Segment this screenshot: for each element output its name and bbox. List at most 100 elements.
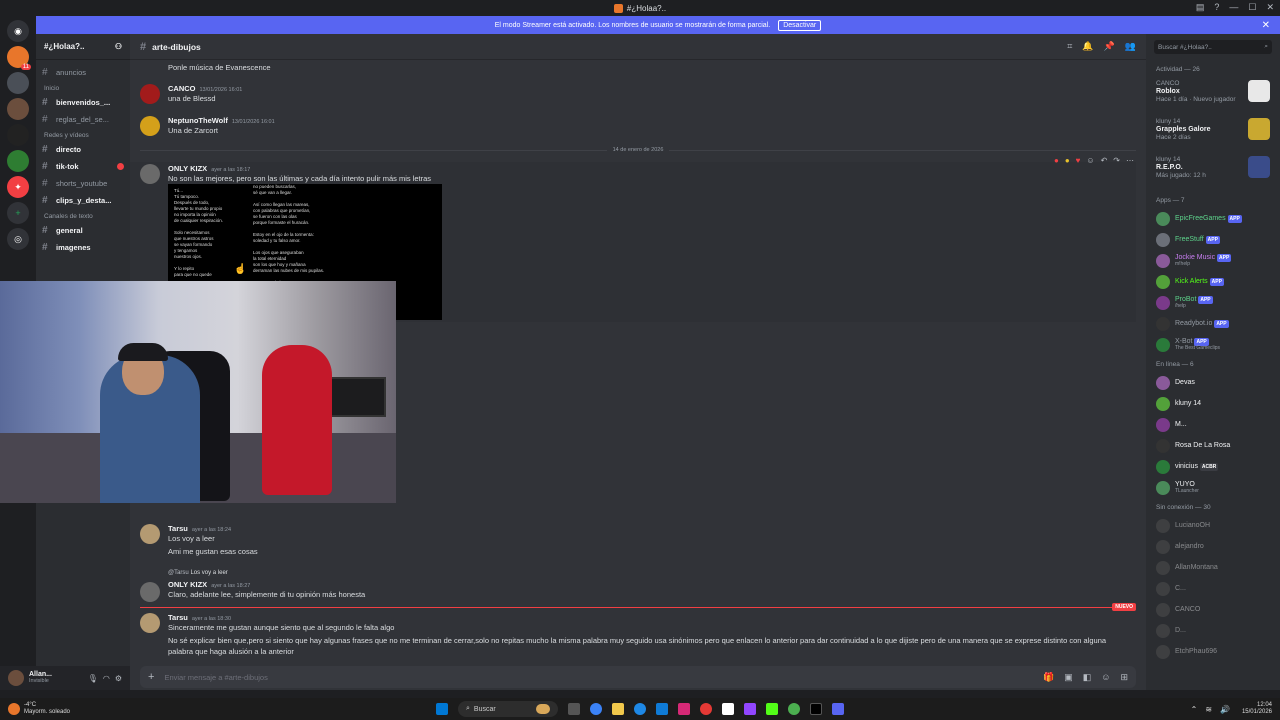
clock[interactable]: 12:04 15/01/2026 [1242, 702, 1272, 716]
offline-member[interactable]: LucianoOH [1146, 515, 1280, 536]
task-view-icon[interactable] [568, 703, 580, 715]
app-member[interactable]: FreeStuff APP [1146, 229, 1280, 250]
app-member[interactable]: Kick Alerts APP [1146, 271, 1280, 292]
more-icon[interactable]: ⋯ [1126, 156, 1134, 165]
members-icon[interactable]: 👥 [1125, 41, 1136, 52]
app-member[interactable]: EpicFreeGames APP [1146, 208, 1280, 229]
emoji-icon[interactable]: ☺ [1101, 672, 1110, 683]
avatar[interactable] [140, 164, 160, 184]
threads-icon[interactable]: ⌗ [1067, 41, 1072, 52]
heart-icon[interactable]: ♥ [1076, 156, 1081, 165]
help-icon[interactable]: ? [1214, 2, 1219, 13]
kick-icon[interactable] [766, 703, 778, 715]
activity-item[interactable]: CANCO Roblox Hace 1 día · Nuevo jugador [1146, 77, 1280, 115]
forward-icon[interactable]: ↷ [1113, 156, 1120, 165]
app-member[interactable]: ProBot APP/help [1146, 292, 1280, 313]
message-author[interactable]: NeptunoTheWolf 13/01/2026 16:01 [168, 116, 275, 125]
chevron-up-icon[interactable]: ⌃ [1191, 705, 1198, 714]
message-author[interactable]: Tarsu ayer a las 18:24 [168, 524, 258, 533]
search-input[interactable]: Buscar #¿Holaa?.. ⌕ [1154, 40, 1272, 54]
category-header[interactable]: Canales de texto [36, 209, 130, 222]
avatar[interactable] [140, 84, 160, 104]
close-icon[interactable]: ✕ [1262, 20, 1270, 31]
file-explorer-icon[interactable] [612, 703, 624, 715]
windows-start-icon[interactable] [436, 703, 448, 715]
apps-icon[interactable]: ⊞ [1120, 672, 1128, 683]
server-icon[interactable] [7, 124, 29, 146]
author-name[interactable]: Tarsu [168, 524, 188, 533]
bell-icon[interactable]: 🔔 [1082, 41, 1093, 52]
avatar[interactable] [140, 116, 160, 136]
message-input[interactable]: Enviar mensaje a #arte-dibujos [164, 673, 267, 682]
minimize-button[interactable]: — [1229, 2, 1238, 13]
amazon-icon[interactable] [722, 703, 734, 715]
offline-member[interactable]: EtchPhau696 [1146, 641, 1280, 662]
channel-directo[interactable]: # directo [36, 141, 130, 158]
reply-preview[interactable]: @Tarsu Los voy a leer [168, 570, 228, 576]
pin-icon[interactable]: 📌 [1104, 41, 1115, 52]
close-button[interactable]: ✕ [1266, 2, 1274, 13]
add-reaction-icon[interactable]: ☺ [1086, 156, 1094, 165]
channel-imagenes[interactable]: # imagenes [36, 239, 130, 256]
app-member[interactable]: Jockie Music APP m!help [1146, 250, 1280, 271]
taskbar-search[interactable]: ⌕ Buscar [458, 701, 558, 717]
category-header[interactable]: Inicio [36, 81, 130, 94]
sticker-icon[interactable]: ◧ [1083, 672, 1092, 683]
twitch-icon[interactable] [744, 703, 756, 715]
instagram-icon[interactable] [678, 703, 690, 715]
avatar[interactable] [140, 524, 160, 544]
tiktok-icon[interactable] [810, 703, 822, 715]
app-member[interactable]: Readybot.io APP [1146, 313, 1280, 334]
reply-author[interactable]: @Tarsu [168, 570, 189, 576]
channel-general[interactable]: # general [36, 222, 130, 239]
reaction-icon[interactable]: ● [1065, 156, 1070, 165]
author-name[interactable]: ONLY KIZX [168, 164, 207, 173]
add-attachment-icon[interactable]: + [148, 671, 154, 683]
message-author[interactable]: CANCO 13/01/2026 16:01 [168, 84, 242, 93]
wifi-icon[interactable]: ≋ [1205, 705, 1212, 714]
offline-member[interactable]: alejandro [1146, 536, 1280, 557]
youtube-icon[interactable] [700, 703, 712, 715]
avatar[interactable] [140, 582, 160, 602]
server-icon[interactable] [7, 98, 29, 120]
activity-item[interactable]: kluny 14 R.E.P.O. Más jugado: 12 h [1146, 153, 1280, 191]
channel-anuncios[interactable]: # anuncios [36, 64, 130, 81]
server-icon[interactable]: 11 [7, 46, 31, 70]
server-icon[interactable] [7, 150, 29, 172]
explore-icon[interactable]: ◎ [7, 228, 29, 250]
deactivate-button[interactable]: Desactivar [778, 19, 822, 31]
offline-member[interactable]: C... [1146, 578, 1280, 599]
message-author[interactable]: ONLY KIZX ayer a las 18:27 [168, 580, 365, 589]
channel-shorts[interactable]: # shorts_youtube [36, 175, 130, 192]
discord-home-icon[interactable]: ◉ [7, 20, 29, 42]
volume-icon[interactable]: 🔊 [1220, 705, 1230, 714]
online-member[interactable]: Devas [1146, 372, 1280, 393]
inbox-icon[interactable]: ▤ [1196, 2, 1205, 13]
online-member[interactable]: Rosa De La Rosa [1146, 435, 1280, 456]
author-name[interactable]: NeptunoTheWolf [168, 116, 228, 125]
reply-icon[interactable]: ↶ [1101, 156, 1108, 165]
copilot-icon[interactable] [590, 703, 602, 715]
message-author[interactable]: Tarsu ayer a las 18:30 [168, 613, 1128, 622]
add-server-icon[interactable]: + [7, 202, 29, 224]
message-composer[interactable]: + Enviar mensaje a #arte-dibujos 🎁 ▣ ◧ ☺… [140, 666, 1136, 688]
channel-clips[interactable]: # clips_y_desta... [36, 192, 130, 209]
avatar[interactable] [8, 670, 24, 686]
gift-icon[interactable]: 🎁 [1043, 672, 1054, 683]
online-member[interactable]: M... [1146, 414, 1280, 435]
server-icon[interactable] [7, 72, 29, 94]
channel-tiktok[interactable]: # tik-tok [36, 158, 130, 175]
discord-icon[interactable] [832, 703, 844, 715]
app-member[interactable]: X-Bot APP The Best Gameclips [1146, 334, 1280, 355]
message-author[interactable]: ONLY KIZX ayer a las 18:17 [168, 164, 431, 173]
author-name[interactable]: CANCO [168, 84, 196, 93]
store-icon[interactable] [656, 703, 668, 715]
headphones-icon[interactable]: ◠ [103, 674, 110, 683]
online-member[interactable]: kluny 14 [1146, 393, 1280, 414]
category-header[interactable]: Redes y vídeos [36, 128, 130, 141]
add-member-icon[interactable]: ⚇ [115, 42, 122, 51]
offline-member[interactable]: D... [1146, 620, 1280, 641]
system-tray[interactable]: ⌃ ≋ 🔊 [1191, 705, 1230, 714]
channel-reglas[interactable]: # reglas_del_se... [36, 111, 130, 128]
settings-gear-icon[interactable]: ⚙ [115, 674, 122, 683]
